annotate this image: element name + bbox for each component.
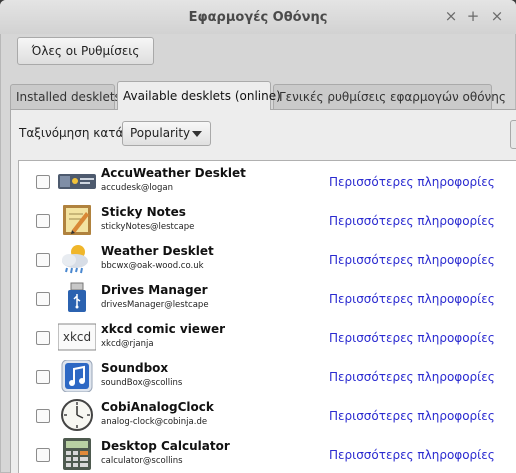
desklet-name: Weather Desklet bbox=[101, 244, 214, 258]
more-info-link[interactable]: Περισσότερες πληροφορίες bbox=[329, 214, 495, 228]
sort-selected-value: Popularity bbox=[130, 126, 191, 140]
desklets-window: Εφαρμογές Οθόνης × + × Όλες οι Ρυθμίσεις… bbox=[0, 0, 516, 473]
desklet-checkbox[interactable] bbox=[36, 370, 50, 384]
desklet-uuid: accudesk@logan bbox=[101, 183, 173, 193]
tab-general-settings[interactable]: Γενικές ρυθμίσεις εφαρμογών οθόνης bbox=[273, 84, 506, 109]
desklet-name: AccuWeather Desklet bbox=[101, 166, 246, 180]
list-item[interactable]: AccuWeather Desklet accudesk@logan Περισ… bbox=[19, 161, 516, 200]
more-info-link[interactable]: Περισσότερες πληροφορίες bbox=[329, 448, 495, 462]
tab-available-desklets[interactable]: Available desklets (online) bbox=[117, 81, 281, 110]
weather-icon bbox=[62, 245, 88, 274]
desklet-name: Desktop Calculator bbox=[101, 439, 230, 453]
desklet-name: Soundbox bbox=[101, 361, 169, 375]
xkcd-icon: xkcd bbox=[58, 323, 96, 351]
more-info-link[interactable]: Περισσότερες πληροφορίες bbox=[329, 253, 495, 267]
desklet-name: CobiAnalogClock bbox=[101, 400, 214, 414]
sort-dropdown[interactable]: Popularity bbox=[122, 121, 211, 146]
desklet-list[interactable]: AccuWeather Desklet accudesk@logan Περισ… bbox=[18, 160, 516, 473]
close-icon[interactable]: × bbox=[489, 8, 505, 24]
all-settings-button[interactable]: Όλες οι Ρυθμίσεις bbox=[17, 37, 154, 65]
chevron-down-icon bbox=[192, 131, 202, 137]
minimize-icon[interactable]: × bbox=[443, 8, 459, 24]
more-info-link[interactable]: Περισσότερες πληροφορίες bbox=[329, 292, 495, 306]
usb-drive-icon bbox=[68, 282, 86, 312]
accuweather-icon bbox=[58, 174, 96, 189]
sticky-notes-icon bbox=[63, 205, 91, 235]
desklet-checkbox[interactable] bbox=[36, 292, 50, 306]
maximize-icon[interactable]: + bbox=[465, 8, 481, 24]
desklet-checkbox[interactable] bbox=[36, 409, 50, 423]
xkcd-icon-text: xkcd bbox=[63, 330, 91, 344]
desklet-uuid: bbcwx@oak-wood.co.uk bbox=[101, 261, 204, 271]
desklet-uuid: stickyNotes@lestcape bbox=[101, 222, 195, 232]
calculator-icon bbox=[63, 438, 91, 470]
desklet-name: Drives Manager bbox=[101, 283, 208, 297]
more-info-link[interactable]: Περισσότερες πληροφορίες bbox=[329, 370, 495, 384]
list-item[interactable]: Drives Manager drivesManager@lestcape Πε… bbox=[19, 278, 516, 317]
desklet-checkbox[interactable] bbox=[36, 214, 50, 228]
list-item[interactable]: Soundbox soundBox@scollins Περισσότερες … bbox=[19, 356, 516, 395]
more-info-link[interactable]: Περισσότερες πληροφορίες bbox=[329, 331, 495, 345]
clock-icon bbox=[61, 399, 93, 431]
desklet-checkbox[interactable] bbox=[36, 175, 50, 189]
desklet-checkbox[interactable] bbox=[36, 253, 50, 267]
list-item[interactable]: Sticky Notes stickyNotes@lestcape Περισσ… bbox=[19, 200, 516, 239]
title-bar[interactable]: Εφαρμογές Οθόνης × + × bbox=[0, 0, 516, 34]
desklet-name: xkcd comic viewer bbox=[101, 322, 226, 336]
desklet-uuid: soundBox@scollins bbox=[101, 378, 183, 388]
sort-label: Ταξινόμηση κατά bbox=[19, 126, 124, 140]
search-field-edge[interactable] bbox=[510, 120, 516, 149]
list-item[interactable]: Weather Desklet bbcwx@oak-wood.co.uk Περ… bbox=[19, 239, 516, 278]
desklet-uuid: calculator@scollins bbox=[101, 456, 183, 466]
music-note-icon bbox=[61, 360, 93, 392]
tab-installed-desklets[interactable]: Installed desklets bbox=[10, 84, 121, 109]
desklet-uuid: drivesManager@lestcape bbox=[101, 300, 209, 310]
window-title: Εφαρμογές Οθόνης bbox=[188, 10, 328, 25]
desklet-checkbox[interactable] bbox=[36, 331, 50, 345]
desklet-uuid: analog-clock@cobinja.de bbox=[101, 417, 208, 427]
more-info-link[interactable]: Περισσότερες πληροφορίες bbox=[329, 409, 495, 423]
list-item[interactable]: CobiAnalogClock analog-clock@cobinja.de … bbox=[19, 395, 516, 434]
list-item[interactable]: Desktop Calculator calculator@scollins Π… bbox=[19, 434, 516, 473]
desklet-checkbox[interactable] bbox=[36, 448, 50, 462]
desklet-name: Sticky Notes bbox=[101, 205, 186, 219]
list-item[interactable]: xkcd xkcd comic viewer xkcd@rjanja Περισ… bbox=[19, 317, 516, 356]
more-info-link[interactable]: Περισσότερες πληροφορίες bbox=[329, 175, 495, 189]
desklet-uuid: xkcd@rjanja bbox=[101, 339, 154, 349]
